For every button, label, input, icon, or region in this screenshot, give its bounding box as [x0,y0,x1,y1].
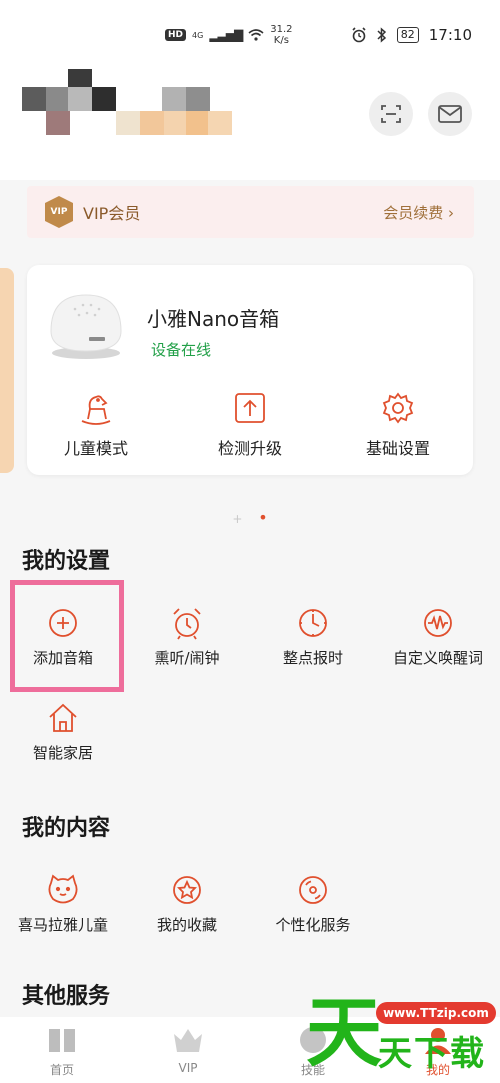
avatar-mosaic [22,69,232,139]
pager-dot-active: • [258,508,268,527]
messages-button[interactable] [428,92,472,136]
cat-face-icon [48,874,78,904]
tab-home-label: 首页 [49,1063,74,1077]
upgrade-icon [235,393,265,423]
alarm-button[interactable]: 熏听/闹钟 [127,605,247,668]
ximalaya-kids-label: 喜马拉雅儿童 [17,916,108,934]
watermark-text: 天下载 [378,1034,486,1074]
hd-badge: HD [165,29,187,41]
highlight-box [10,580,124,692]
kids-mode-button[interactable]: 儿童模式 [41,389,151,459]
hourly-chime-label: 整点报时 [282,649,343,667]
device-name: 小雅Nano音箱 [147,307,280,331]
watermark-logo: 天 www.TTzip.com 天下载 [300,988,500,1083]
favorites-button[interactable]: 我的收藏 [127,872,247,935]
scan-button[interactable] [369,92,413,136]
profile-header [0,69,500,180]
settings-section-title: 我的设置 [22,549,111,574]
scan-icon [381,105,401,123]
vip-label: VIP会员 [83,204,141,223]
watermark-url: www.TTzip.com [376,1002,496,1024]
device-status: 设备在线 [151,341,212,359]
tab-vip-label: VIP [178,1061,198,1075]
mail-icon [438,105,462,123]
carousel-prev-card[interactable] [0,268,14,473]
battery-indicator: 82 [396,27,419,43]
kids-mode-label: 儿童模式 [63,439,128,458]
clock-time: 17:10 [428,26,472,44]
other-section-title: 其他服务 [22,984,111,1009]
book-icon [49,1029,75,1052]
basic-settings-button[interactable]: 基础设置 [343,389,453,459]
speed-unit: K/s [273,35,289,46]
network-type: 4G [192,30,204,40]
vip-badge-icon: VIP [45,196,73,228]
wake-word-button[interactable]: 自定义唤醒词 [378,605,498,668]
pager-plus: + [232,512,243,526]
status-right: 82 17:10 [351,26,472,44]
vip-membership-card[interactable]: VIP VIP会员 会员续费 › [27,186,474,238]
hourly-chime-button[interactable]: 整点报时 [253,605,373,668]
wake-word-label: 自定义唤醒词 [392,649,483,667]
device-card[interactable]: 小雅Nano音箱 设备在线 儿童模式 检测升级 基础设置 [27,265,473,475]
personalized-service-button[interactable]: 个性化服务 [253,872,373,935]
home-icon [49,703,77,732]
check-upgrade-button[interactable]: 检测升级 [195,389,305,459]
favorites-label: 我的收藏 [156,916,217,934]
smart-home-button[interactable]: 智能家居 [3,700,123,763]
status-left: HD 4G ▂▃▅▇ 31.2 K/s [165,24,293,46]
status-bar: HD 4G ▂▃▅▇ 31.2 K/s 82 17:10 [0,0,500,72]
clock-icon [299,609,327,637]
check-upgrade-label: 检测升级 [217,439,282,458]
network-speed: 31.2 K/s [270,24,292,46]
basic-settings-label: 基础设置 [365,439,430,458]
carousel-pager: + • [0,508,500,527]
crown-icon [174,1029,202,1052]
tab-vip[interactable]: VIP [148,1023,228,1075]
tab-home[interactable]: 首页 [22,1023,102,1078]
gear-icon [382,392,414,424]
signal-icon: ▂▃▅▇ [209,28,243,42]
disc-icon [299,876,327,904]
watermark-big-char: 天 [306,988,382,1077]
bluetooth-icon [377,27,386,43]
rocking-horse-icon [81,395,111,425]
vip-renew-link[interactable]: 会员续费 › [383,202,454,223]
alarm-clock-icon [173,608,201,640]
alarm-label: 熏听/闹钟 [154,649,220,667]
ximalaya-kids-button[interactable]: 喜马拉雅儿童 [3,872,123,935]
speaker-image [50,294,122,359]
waveform-icon [424,609,452,637]
smart-home-label: 智能家居 [32,744,93,762]
wifi-icon [248,29,264,41]
alarm-status-icon [352,27,366,43]
personalized-service-label: 个性化服务 [275,916,351,934]
content-section-title: 我的内容 [22,816,111,841]
speed-value: 31.2 [270,24,293,35]
star-circle-icon [173,876,201,904]
